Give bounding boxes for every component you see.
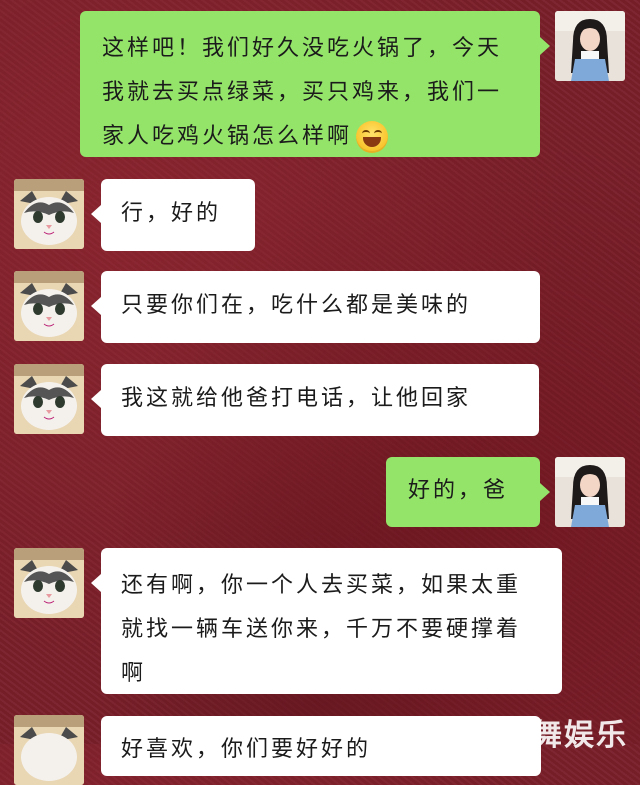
bubble-tail — [91, 390, 101, 408]
watermark: 快传号／水舞娱乐 — [372, 718, 628, 753]
message-text: 好的，爸 — [408, 478, 509, 503]
message-bubble[interactable]: 这样吧！我们好久没吃火锅了，今天我就去买点绿菜，买只鸡来，我们一家人吃鸡火锅怎么… — [80, 11, 540, 157]
message-text: 好喜欢，你们要好好的 — [121, 737, 372, 762]
message-bubble[interactable]: 我这就给他爸打电话，让他回家 — [101, 364, 539, 436]
cat-avatar[interactable] — [14, 271, 84, 341]
cat-avatar[interactable] — [14, 179, 84, 249]
chat-area: 这样吧！我们好久没吃火锅了，今天我就去买点绿菜，买只鸡来，我们一家人吃鸡火锅怎么… — [0, 0, 640, 785]
bubble-tail — [540, 37, 550, 55]
bubble-tail — [91, 574, 101, 592]
bubble-tail — [540, 483, 550, 501]
girl-avatar[interactable] — [555, 457, 625, 527]
bubble-tail — [91, 205, 101, 223]
message-text: 行，好的 — [121, 201, 222, 226]
girl-avatar[interactable] — [555, 11, 625, 81]
message-bubble[interactable]: 还有啊，你一个人去买菜，如果太重就找一辆车送你来，千万不要硬撑着啊 — [101, 548, 562, 694]
grinning-face-icon — [356, 121, 389, 153]
message-bubble[interactable]: 只要你们在，吃什么都是美味的 — [101, 271, 540, 343]
bubble-tail — [91, 297, 101, 315]
message-text: 还有啊，你一个人去买菜，如果太重就找一辆车送你来，千万不要硬撑着啊 — [121, 573, 522, 686]
message-text: 只要你们在，吃什么都是美味的 — [121, 293, 472, 318]
cat-avatar[interactable] — [14, 715, 84, 785]
message-bubble[interactable]: 行，好的 — [101, 179, 255, 251]
message-text: 这样吧！我们好久没吃火锅了，今天我就去买点绿菜，买只鸡来，我们一家人吃鸡火锅怎么… — [102, 36, 503, 149]
message-bubble[interactable]: 好的，爸 — [386, 457, 540, 527]
message-text: 我这就给他爸打电话，让他回家 — [121, 386, 472, 411]
cat-avatar[interactable] — [14, 548, 84, 618]
cat-avatar[interactable] — [14, 364, 84, 434]
